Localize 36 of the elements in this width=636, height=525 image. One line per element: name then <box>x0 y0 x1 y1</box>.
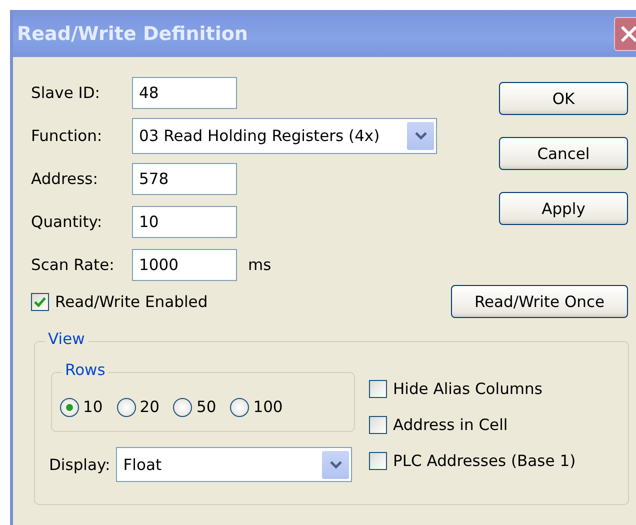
display-dropdown[interactable]: Float <box>116 447 352 482</box>
input-field[interactable]: 10 <box>132 206 237 238</box>
radio-label: 20 <box>140 398 160 416</box>
function-dropdown[interactable]: 03 Read Holding Registers (4x) <box>132 118 437 154</box>
radio-label: 100 <box>253 398 283 416</box>
close-icon[interactable] <box>619 24 636 44</box>
checkbox-label: Hide Alias Columns <box>393 380 542 398</box>
checkbox[interactable] <box>31 292 49 310</box>
unit-label: ms <box>248 256 272 274</box>
field-label: Function: <box>31 127 104 145</box>
checkbox-label: Read/Write Enabled <box>55 292 208 310</box>
radio-button[interactable] <box>116 398 136 416</box>
field-label: Quantity: <box>31 213 104 231</box>
dialog-button[interactable]: OK <box>499 82 628 115</box>
dialog-button[interactable]: Apply <box>499 192 628 225</box>
field-label: Scan Rate: <box>31 256 116 274</box>
field-label: Address: <box>31 170 99 188</box>
radio-label: 10 <box>83 398 103 416</box>
radio-label: 50 <box>196 398 216 416</box>
checkbox[interactable] <box>369 452 387 470</box>
radio-button[interactable] <box>173 398 192 416</box>
radio-button[interactable] <box>230 398 250 416</box>
field-label: Display: <box>49 456 110 474</box>
input-field[interactable]: 1000 <box>132 249 237 281</box>
radio-button[interactable] <box>60 398 79 416</box>
checkbox-label: Address in Cell <box>393 416 508 434</box>
dialog-button[interactable]: Cancel <box>499 137 628 170</box>
checkbox[interactable] <box>369 380 387 398</box>
field-label: Slave ID: <box>31 84 102 102</box>
input-field[interactable]: 578 <box>132 163 237 195</box>
checkbox-label: PLC Addresses (Base 1) <box>393 452 576 470</box>
window-title: Read/Write Definition <box>17 22 248 44</box>
input-field[interactable]: 48 <box>132 77 237 109</box>
checkbox[interactable] <box>369 416 387 434</box>
read-write-once-button[interactable]: Read/Write Once <box>451 285 628 318</box>
close-button[interactable] <box>614 16 636 50</box>
